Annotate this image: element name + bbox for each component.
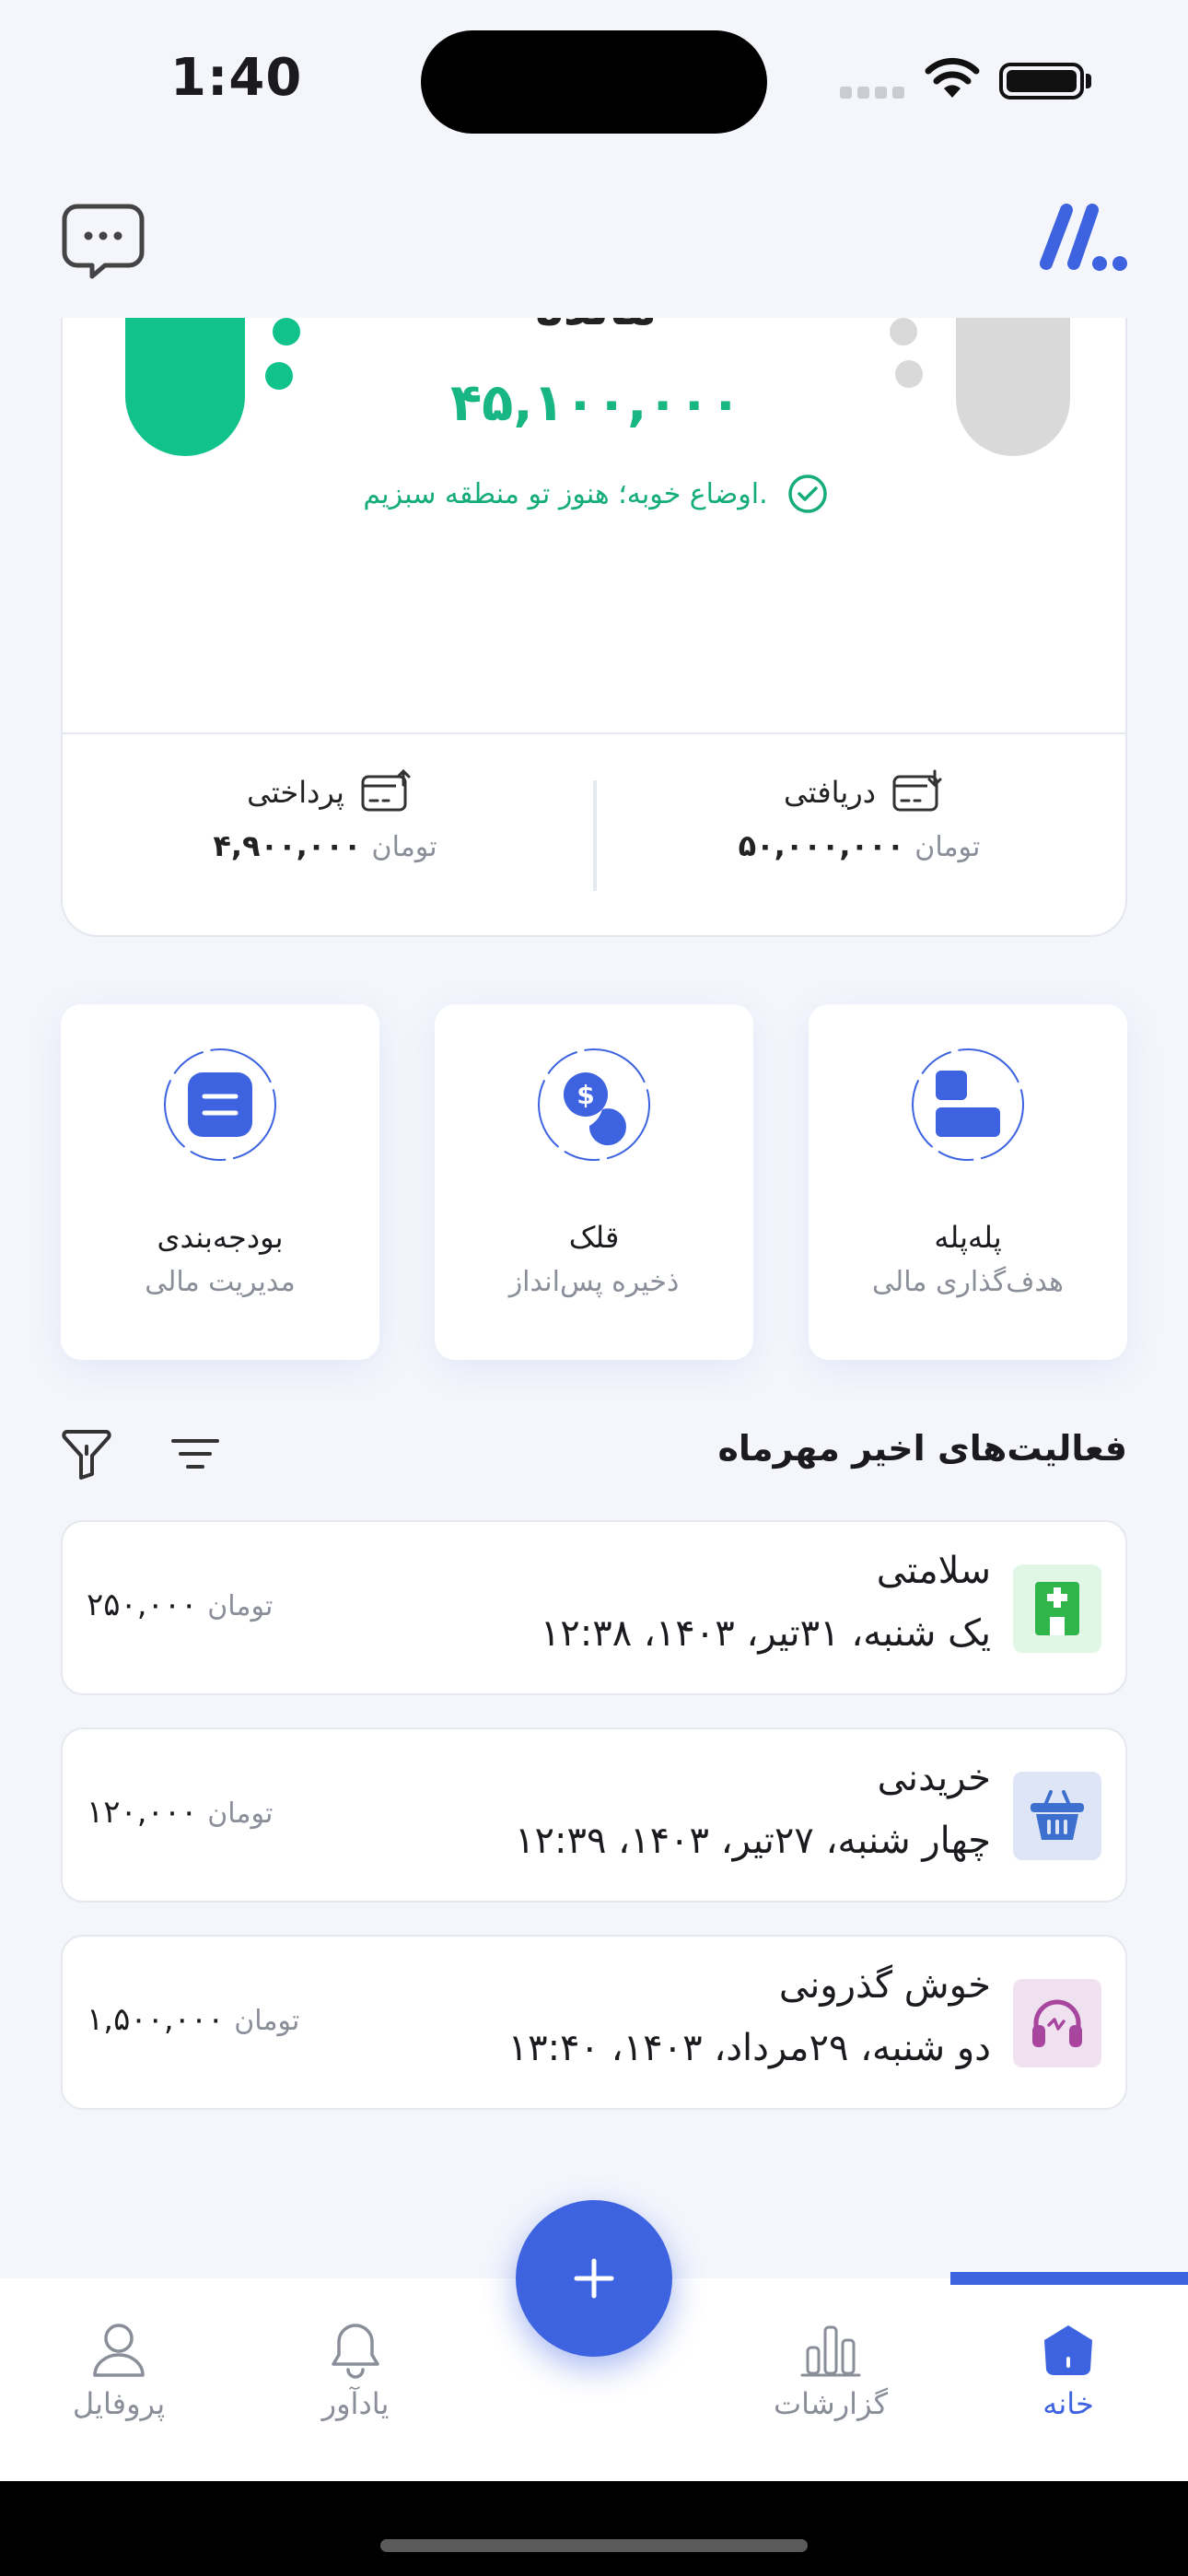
basket-icon [1031, 1790, 1084, 1840]
paid-amount: ۴,۹۰۰,۰۰۰ [213, 828, 362, 863]
tile-piggy-bank[interactable]: $ قلک ذخیره پس‌انداز [435, 1004, 753, 1360]
activity-title: خریدنی [877, 1757, 991, 1799]
activity-amount: تومان ۲۵۰,۰۰۰ [87, 1587, 278, 1623]
add-transaction-button[interactable] [516, 2200, 672, 2357]
tile-budget[interactable]: بودجه‌بندی مدیریت مالی [61, 1004, 379, 1360]
filter-icon[interactable] [61, 1426, 112, 1481]
tile-subtitle: هدف‌گذاری مالی [872, 1266, 1064, 1298]
activity-date: دو شنبه، ۲۹مرداد، ۱۴۰۳، ۱۳:۴۰ [507, 2027, 991, 2069]
activity-unit: تومان [207, 1590, 274, 1622]
activity-icon-wrap [1013, 1772, 1101, 1860]
plus-icon [574, 2258, 614, 2299]
activity-unit: تومان [207, 1797, 274, 1830]
budget-icon [164, 1048, 276, 1161]
activity-title: خوش گذرونی [778, 1964, 991, 2007]
activity-amount-value: ۲۵۰,۰۰۰ [87, 1587, 198, 1623]
paid-icon [361, 769, 411, 812]
cellular-signal-icon [840, 85, 910, 102]
nav-label: خانه [1042, 2386, 1094, 2421]
status-message: اوضاع خوبه؛ هنوز تو منطقه سبزیم. [363, 477, 768, 510]
wifi-icon [925, 57, 980, 98]
nav-label: گزارشات [774, 2386, 888, 2421]
battery-icon [999, 63, 1084, 100]
tile-subtitle: مدیریت مالی [145, 1266, 296, 1298]
received-icon [892, 769, 942, 812]
activity-amount-value: ۱,۵۰۰,۰۰۰ [87, 2001, 225, 2038]
status-time: 1:40 [170, 48, 303, 108]
nav-profile[interactable]: پروفایل [17, 2322, 220, 2421]
goal-icon [912, 1048, 1024, 1161]
sort-icon[interactable] [168, 1434, 223, 1474]
activity-amount: تومان ۱۲۰,۰۰۰ [87, 1794, 278, 1831]
app-logo-icon[interactable] [1031, 201, 1129, 280]
nav-reports[interactable]: گزارشات [729, 2322, 932, 2421]
home-indicator-area [0, 2481, 1188, 2576]
activity-title: سلامتی [876, 1550, 991, 1592]
chat-icon[interactable] [61, 201, 146, 282]
received-amount: ۵۰,۰۰۰,۰۰۰ [738, 828, 905, 863]
profile-icon [93, 2324, 145, 2377]
balance-title: مانده [63, 318, 1125, 336]
check-circle-icon [787, 474, 827, 513]
status-message-row: اوضاع خوبه؛ هنوز تو منطقه سبزیم. [63, 473, 1125, 515]
paid-unit: تومان [371, 831, 437, 863]
activity-row[interactable]: خوش گذرونی دو شنبه، ۲۹مرداد، ۱۴۰۳، ۱۳:۴۰… [61, 1935, 1127, 2110]
activity-unit: تومان [234, 2005, 300, 2037]
activity-date: یک شنبه، ۳۱تیر، ۱۴۰۳، ۱۲:۳۸ [540, 1612, 991, 1655]
piggy-bank-icon: $ [538, 1048, 650, 1161]
home-icon [1044, 2325, 1092, 2376]
activity-amount: تومان ۱,۵۰۰,۰۰۰ [87, 2001, 305, 2038]
bar-chart-icon [800, 2325, 861, 2377]
nav-active-indicator [950, 2272, 1188, 2285]
activity-date: چهار شنبه، ۲۷تیر، ۱۴۰۳، ۱۲:۳۹ [515, 1820, 991, 1862]
balance-card: مانده ۴۵,۱۰۰,۰۰۰ اوضاع خوبه؛ هنوز تو منط… [61, 318, 1127, 937]
app-header [0, 157, 1188, 318]
nav-home[interactable]: خانه [967, 2322, 1170, 2421]
card-divider [63, 732, 1125, 734]
card-vertical-divider [593, 780, 597, 891]
home-indicator[interactable] [380, 2539, 808, 2552]
hospital-icon [1035, 1582, 1079, 1635]
svg-text:$: $ [577, 1080, 594, 1110]
headphones-icon [1032, 1999, 1082, 2047]
tile-title: بودجه‌بندی [157, 1220, 284, 1255]
activity-icon-wrap [1013, 1979, 1101, 2067]
paid-summary: پرداختی تومان ۴,۹۰۰,۰۰۰ [72, 769, 588, 863]
tile-title: پله‌پله [934, 1220, 1002, 1255]
nav-label: یادآور [321, 2386, 390, 2421]
received-unit: تومان [914, 831, 981, 863]
dynamic-island [421, 30, 767, 134]
nav-reminders[interactable]: یادآور [254, 2322, 457, 2421]
balance-amount: ۴۵,۱۰۰,۰۰۰ [450, 373, 741, 433]
battery-tip [1086, 74, 1091, 88]
activity-row[interactable]: خریدنی چهار شنبه، ۲۷تیر، ۱۴۰۳، ۱۲:۳۹ توم… [61, 1727, 1127, 1903]
activity-amount-value: ۱۲۰,۰۰۰ [87, 1794, 198, 1831]
activity-icon-wrap [1013, 1564, 1101, 1653]
bell-icon [332, 2324, 379, 2379]
received-label: دریافتی [784, 775, 876, 810]
received-summary: دریافتی تومان ۵۰,۰۰۰,۰۰۰ [606, 769, 1122, 863]
tile-subtitle: ذخیره پس‌انداز [508, 1266, 680, 1298]
tile-title: قلک [568, 1220, 620, 1255]
paid-label: پرداختی [247, 775, 344, 810]
activities-title: فعالیت‌های اخیر مهرماه [717, 1428, 1127, 1469]
tile-goals[interactable]: پله‌پله هدف‌گذاری مالی [809, 1004, 1127, 1360]
nav-label: پروفایل [72, 2386, 166, 2421]
activity-row[interactable]: سلامتی یک شنبه، ۳۱تیر، ۱۴۰۳، ۱۲:۳۸ تومان… [61, 1520, 1127, 1695]
